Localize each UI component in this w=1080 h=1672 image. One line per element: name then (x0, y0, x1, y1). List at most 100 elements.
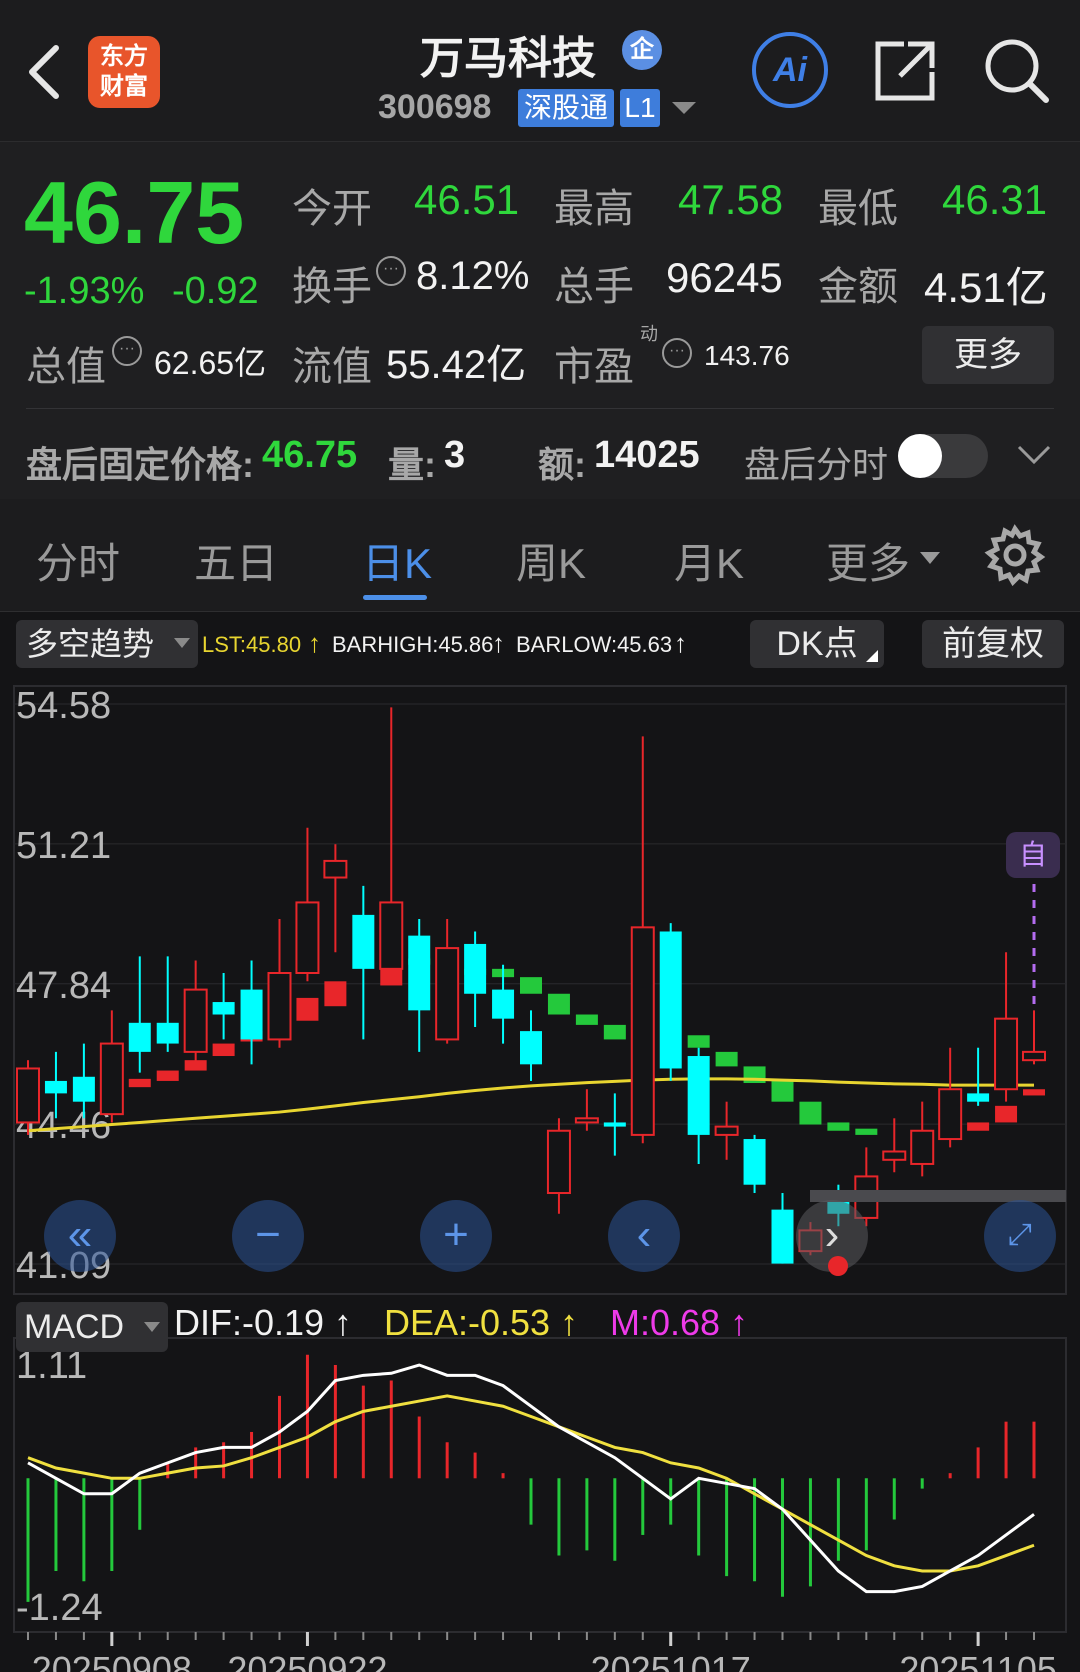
barhigh-value: BARHIGH:45.86 (332, 632, 494, 657)
candle (240, 960, 263, 1065)
candle (408, 919, 431, 1052)
trend-block (687, 1035, 710, 1048)
low-value: 46.31 (942, 176, 1048, 223)
tab-monthly-k[interactable]: 月K (674, 530, 744, 591)
trend-block (547, 993, 570, 1015)
dropdown-icon (174, 638, 190, 648)
change-percent: -1.93% (24, 270, 145, 312)
candle-body (714, 1125, 739, 1136)
pe-value: 143.76 (704, 340, 790, 371)
self-select-badge[interactable]: 自 (1006, 832, 1060, 878)
candle-body (435, 947, 460, 1041)
tab-intraday[interactable]: 分时 (36, 530, 120, 591)
indicator-select[interactable]: 多空趋势 (16, 620, 198, 668)
volume-label: 总手 (554, 265, 634, 309)
trend-block (855, 1128, 878, 1135)
candle (352, 885, 375, 1040)
more-button[interactable]: 更多 (922, 326, 1054, 384)
fullscreen-icon[interactable]: ⤢ (984, 1200, 1056, 1272)
price-tick-label: 51.21 (16, 825, 111, 867)
ai-icon[interactable]: Ai (752, 32, 828, 108)
zoom-out-icon[interactable]: − (232, 1200, 304, 1272)
low-label: 最低 (818, 187, 898, 231)
price-tick-label: 54.58 (16, 685, 111, 727)
kline-chart[interactable]: 54.5851.2147.8444.4641.091.11-1.24202509… (0, 674, 1080, 1672)
dropdown-icon[interactable] (672, 100, 696, 116)
candle (520, 1010, 542, 1081)
chevron-down-icon[interactable] (1016, 444, 1052, 466)
afterhours-amt-label: 额: (538, 444, 586, 485)
tab-daily-k[interactable]: 日K (362, 530, 432, 591)
date-tick-label: 20251017 (591, 1649, 751, 1672)
zoom-in-icon[interactable]: + (420, 1200, 492, 1272)
trend-block (827, 1122, 850, 1131)
candle-body (882, 1150, 907, 1161)
afterhours-toggle[interactable] (898, 434, 988, 478)
lst-value: LST:45.80 (202, 632, 302, 657)
info-icon[interactable]: ··· (376, 256, 406, 286)
candle-body (771, 1209, 794, 1264)
tab-five-day[interactable]: 五日 (194, 530, 278, 591)
candle (435, 919, 460, 1044)
candle-body (72, 1076, 95, 1102)
top-bar: 东方 财富 万马科技 企 300698 深股通 L1 Ai (0, 0, 1080, 142)
corner-arrow-icon (866, 650, 878, 662)
afterhours-price: 46.75 (262, 434, 358, 476)
tab-more[interactable]: 更多 (826, 530, 910, 591)
dea-label: DEA:-0.53 (384, 1302, 551, 1343)
dk-point-button[interactable]: DK点 (750, 620, 884, 668)
candle (687, 1047, 710, 1164)
m-label: M:0.68 (610, 1302, 721, 1343)
info-icon[interactable]: ··· (662, 338, 692, 368)
trend-block (156, 1070, 179, 1081)
candle-body (687, 1056, 710, 1135)
trend-block (324, 981, 347, 1007)
chart-area: 多空趋势 LST:45.80 ↑ BARHIGH:45.86 ↑ BARLOW:… (0, 612, 1080, 1672)
candle (379, 707, 404, 973)
candle (183, 960, 208, 1065)
candle (212, 972, 235, 1040)
candle (938, 1047, 963, 1148)
m-value: M:0.68 ↑ (610, 1302, 749, 1343)
trend-block (967, 1122, 990, 1131)
candle-body (212, 1002, 235, 1015)
tab-weekly-k[interactable]: 周K (516, 530, 586, 591)
settings-icon[interactable] (984, 524, 1046, 586)
afterhours-toggle-label: 盘后分时 (744, 444, 889, 485)
trend-block (799, 1101, 822, 1125)
step-left-icon[interactable]: ‹ (608, 1200, 680, 1272)
afterhours-vol: 3 (444, 434, 466, 476)
float-value: 55.42亿 (386, 343, 527, 387)
candle-body (408, 935, 431, 1011)
candle-body (352, 914, 375, 969)
candle-body (910, 1129, 935, 1165)
indicator-select-label: 多空趋势 (26, 626, 155, 662)
pe-sup: 动 (640, 324, 658, 344)
candle (743, 1134, 766, 1194)
candle-body (128, 1022, 151, 1052)
trend-block (520, 977, 542, 994)
back-icon[interactable] (26, 44, 62, 100)
search-icon[interactable] (982, 36, 1052, 106)
info-icon[interactable]: ··· (112, 336, 142, 366)
enterprise-badge: 企 (622, 30, 662, 70)
trend-block (128, 1078, 151, 1088)
date-tick-label: 20250922 (227, 1649, 387, 1672)
trend-block (771, 1080, 794, 1102)
dk-point-label: DK点 (776, 625, 858, 663)
candle-body (16, 1067, 40, 1124)
afterhours-amt: 14025 (594, 434, 700, 476)
trend-block (603, 1024, 626, 1040)
candle-body (603, 1122, 626, 1127)
share-icon[interactable] (872, 38, 938, 104)
macd-select[interactable]: MACD (16, 1302, 168, 1352)
trend-block (296, 997, 319, 1021)
candle (464, 931, 487, 1027)
dif-label: DIF:-0.19 (174, 1302, 325, 1343)
candle-body (323, 859, 348, 879)
market-badge: 深股通 (518, 89, 615, 127)
afterhours-label: 盘后固定价格: (26, 444, 254, 485)
app-logo[interactable]: 东方 财富 (88, 36, 160, 108)
scroll-left-icon[interactable]: « (44, 1200, 116, 1272)
price-adjust-button[interactable]: 前复权 (922, 620, 1064, 668)
